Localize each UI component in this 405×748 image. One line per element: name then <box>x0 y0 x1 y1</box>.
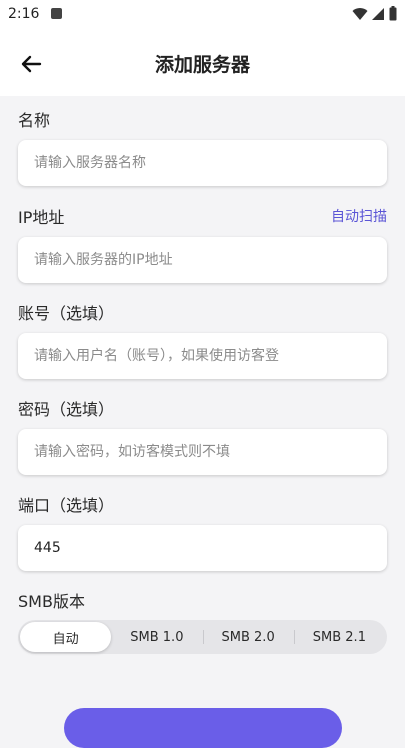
password-input[interactable] <box>18 429 387 475</box>
status-time: 2:16 <box>8 6 40 22</box>
ip-address-input[interactable] <box>18 237 387 283</box>
smb-option-auto[interactable]: 自动 <box>20 622 112 652</box>
name-field-container <box>18 140 387 186</box>
page-title: 添加服务器 <box>154 54 250 76</box>
server-name-input[interactable] <box>18 140 387 186</box>
app-bar: 添加服务器 <box>0 30 405 96</box>
smb-option-2-1[interactable]: SMB 2.1 <box>293 622 385 652</box>
status-icons <box>352 6 397 21</box>
port-field-container <box>18 525 387 571</box>
port-label: 端口（选填） <box>18 496 115 515</box>
ip-field-container <box>18 237 387 283</box>
auto-scan-link[interactable]: 自动扫描 <box>331 206 387 226</box>
password-field-container <box>18 429 387 475</box>
account-label: 账号（选填） <box>18 304 115 323</box>
cellular-icon <box>372 7 384 20</box>
port-input[interactable] <box>18 525 387 571</box>
smb-version-selector: 自动 SMB 1.0 SMB 2.0 SMB 2.1 <box>18 620 387 654</box>
smb-option-1-0[interactable]: SMB 1.0 <box>111 622 202 652</box>
form-content: 名称 IP地址 自动扫描 账号（选填） 密码（选填） 端口（选填） SMB版本 … <box>0 96 405 748</box>
notification-icon <box>51 8 62 19</box>
smb-option-2-0[interactable]: SMB 2.0 <box>202 622 294 652</box>
ip-label: IP地址 <box>18 208 65 227</box>
password-label: 密码（选填） <box>18 400 115 419</box>
smb-version-label: SMB版本 <box>18 592 85 611</box>
name-label: 名称 <box>18 111 51 130</box>
account-field-container <box>18 333 387 379</box>
wifi-icon <box>352 7 368 20</box>
battery-icon <box>389 6 397 21</box>
status-bar: 2:16 <box>0 0 405 30</box>
account-input[interactable] <box>18 333 387 379</box>
submit-button[interactable] <box>64 708 342 748</box>
